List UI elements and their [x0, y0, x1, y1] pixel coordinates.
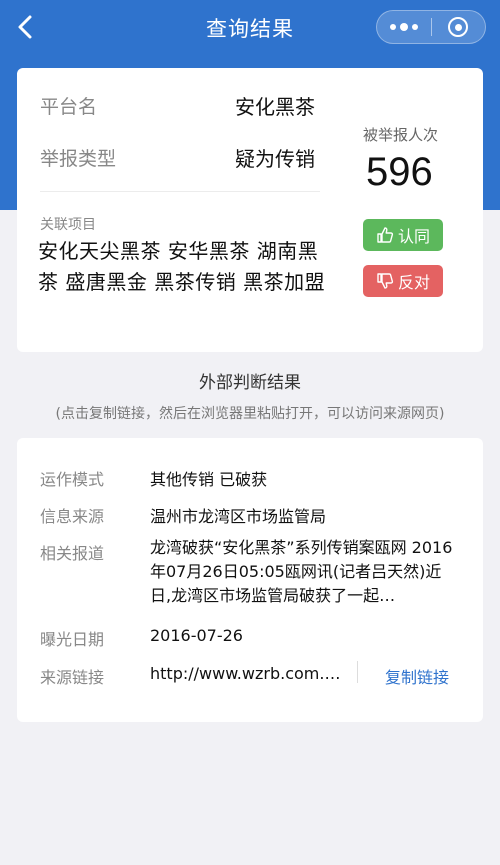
- source-label: 信息来源: [40, 507, 105, 526]
- report-label: 相关报道: [40, 544, 105, 563]
- oppose-label: 反对: [397, 273, 430, 292]
- mode-value: 其他传销 已破获: [150, 470, 268, 489]
- chevron-left-icon: [18, 15, 32, 39]
- report-count-label: 被举报人次: [363, 126, 439, 144]
- related-projects-label: 关联项目: [40, 217, 96, 233]
- report-text: 龙湾破获“安化黑茶”系列传销案瓯网 2016年07月26日05:05瓯网讯(记者…: [150, 538, 453, 605]
- more-dots-icon: [389, 24, 396, 30]
- date-label: 曝光日期: [40, 630, 105, 649]
- date-value: 2016-07-26: [150, 626, 243, 645]
- close-program-button[interactable]: [432, 11, 486, 43]
- agree-button[interactable]: 认同: [363, 219, 443, 251]
- more-menu-button[interactable]: [377, 11, 431, 43]
- platform-value: 安化黑茶: [235, 95, 315, 119]
- oppose-button[interactable]: 反对: [363, 265, 443, 297]
- related-projects-list: 安化天尖黑茶 安华黑茶 湖南黑茶 盛唐黑金 黑茶传销 黑茶加盟: [38, 239, 326, 294]
- agree-label: 认同: [397, 227, 430, 246]
- source-link-label: 来源链接: [40, 668, 105, 687]
- mode-label: 运作模式: [40, 470, 105, 489]
- external-result-title: 外部判断结果: [199, 373, 301, 393]
- target-icon: [448, 17, 469, 37]
- source-value: 温州市龙湾区市场监管局: [150, 507, 327, 526]
- report-type-value: 疑为传销: [235, 147, 315, 171]
- report-count-value: 596: [366, 150, 433, 194]
- source-link-value: http://www.wzrb.com.…: [150, 664, 341, 683]
- divider: [40, 191, 320, 192]
- summary-card: 平台名 安化黑茶 举报类型 疑为传销 被举报人次 596 关联项目 安化天尖黑茶…: [17, 68, 483, 352]
- external-result-hint: (点击复制链接，然后在浏览器里粘贴打开，可以访问来源网页): [55, 406, 445, 422]
- mini-program-capsule: [376, 10, 486, 44]
- back-button[interactable]: [10, 12, 40, 42]
- platform-label: 平台名: [40, 96, 98, 118]
- link-divider: [357, 661, 358, 683]
- copy-link-button[interactable]: 复制链接: [385, 664, 449, 688]
- thumbs-down-icon: [377, 273, 394, 289]
- report-type-label: 举报类型: [40, 148, 117, 170]
- page-title: 查询结果: [206, 17, 294, 41]
- thumbs-up-icon: [377, 227, 394, 243]
- external-result-card: 运作模式 其他传销 已破获 信息来源 温州市龙湾区市场监管局 相关报道 龙湾破获…: [17, 438, 483, 722]
- navigation-bar: 查询结果: [0, 0, 500, 56]
